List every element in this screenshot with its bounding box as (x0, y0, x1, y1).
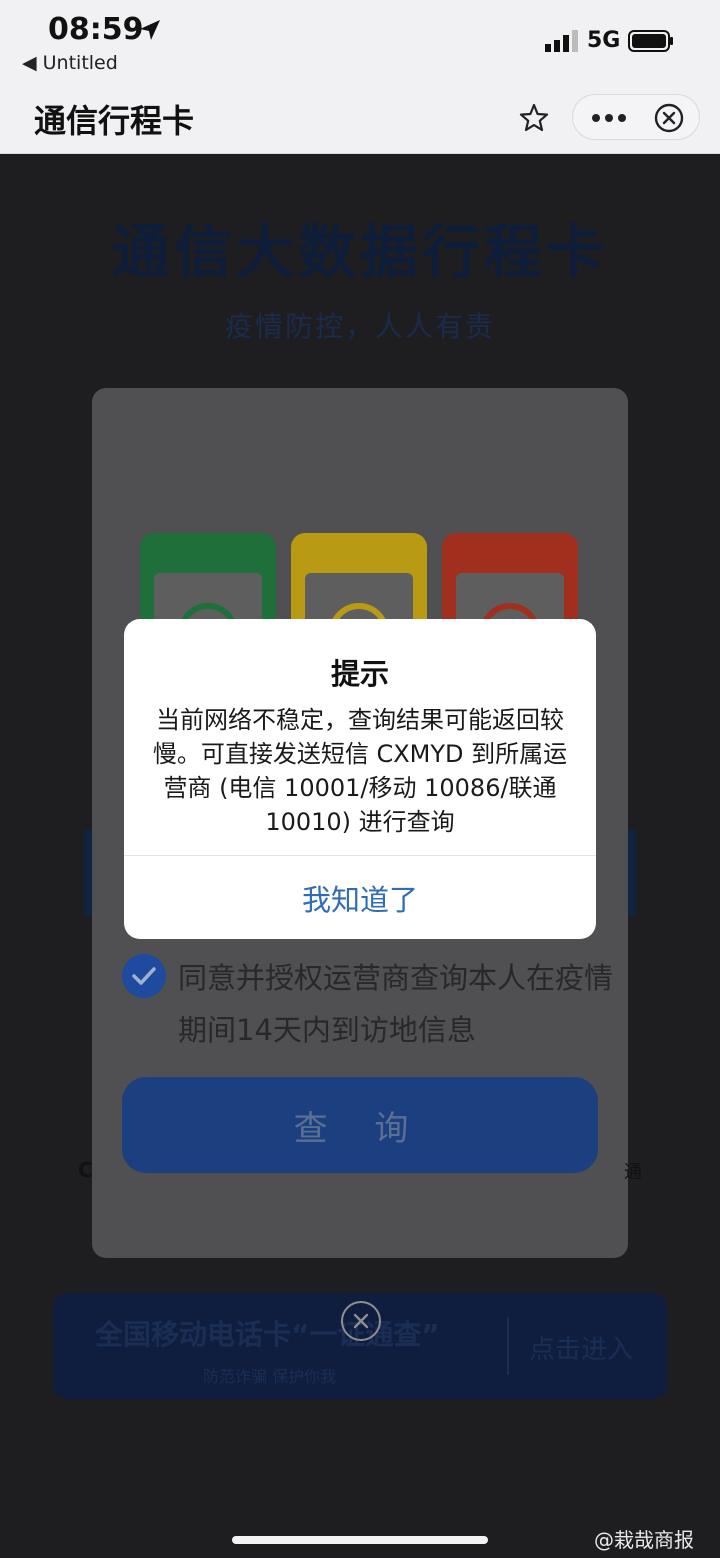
query-button[interactable]: 查 询 (122, 1077, 598, 1173)
banner-subtitle: 防范诈骗 保护你我 (203, 1367, 337, 1386)
star-icon (519, 103, 549, 132)
page-title: 通信行程卡 (34, 102, 195, 140)
dialog-ok-button[interactable]: 我知道了 (124, 856, 596, 939)
app-header: 通信行程卡 (0, 80, 720, 154)
banner-divider (507, 1317, 509, 1375)
status-bar: 08:59 ◀ Untitled 5G (0, 0, 720, 80)
agree-text: 同意并授权运营商查询本人在疫情期间14天内到访地信息 (178, 961, 614, 1047)
check-icon (132, 967, 156, 985)
signal-icon (545, 30, 578, 52)
banner-title: 全国移动电话卡“一证通查” (95, 1318, 440, 1351)
back-to-app-link[interactable]: ◀ Untitled (22, 52, 118, 74)
agree-checkbox[interactable] (122, 954, 166, 998)
hero-title: 通信大数据行程卡 (111, 218, 608, 286)
dialog-message: 当前网络不稳定，查询结果可能返回较慢。可直接发送短信 CXMYD 到所属运营商 … (152, 706, 568, 836)
location-arrow-icon (140, 20, 160, 40)
home-indicator[interactable] (232, 1536, 488, 1544)
watermark: @栽哉商报 (594, 1528, 694, 1552)
alert-dialog: 提示 当前网络不稳定，查询结果可能返回较慢。可直接发送短信 CXMYD 到所属运… (124, 619, 596, 939)
banner-close-button[interactable] (341, 1301, 381, 1341)
more-dots-icon (592, 114, 626, 122)
favorite-button[interactable] (512, 96, 556, 140)
clock: 08:59 (48, 12, 144, 47)
banner-enter-link[interactable]: 点击进入 (529, 1329, 633, 1366)
close-circle-icon (654, 103, 684, 133)
carrier-logo-left: C (78, 1158, 93, 1182)
carrier-logo-right: 通 (624, 1162, 642, 1183)
network-type: 5G (587, 28, 621, 53)
dialog-title: 提示 (330, 657, 389, 691)
battery-icon (628, 30, 673, 52)
hero-subtitle: 疫情防控，人人有责 (224, 310, 495, 343)
close-miniapp-button[interactable] (648, 98, 690, 138)
more-button[interactable] (586, 98, 632, 138)
close-icon (353, 1313, 369, 1329)
